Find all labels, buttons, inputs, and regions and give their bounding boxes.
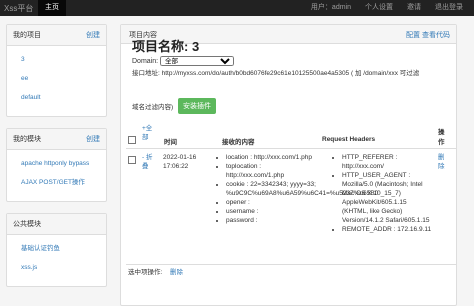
modules-panel: 我的模块 创建 apache httponly bypass AJAX POST… <box>6 128 107 202</box>
content-item: toplocation : http://xxx.com/1.php <box>226 162 320 180</box>
modules-title: 我的模块 <box>13 136 41 143</box>
module-item[interactable]: apache httponly bypass <box>21 159 100 168</box>
nav-invite[interactable]: 邀请 <box>400 0 428 16</box>
header-item: HTTP_REFERER : http://xxx.com/ <box>342 153 432 171</box>
select-all-link[interactable]: +全部 <box>142 124 154 142</box>
config-link[interactable]: 配置 <box>406 30 420 40</box>
project-title: 项目名称: 3 <box>132 39 200 54</box>
projects-panel: 我的项目 创建 3 ee default <box>6 24 107 117</box>
nav-right: 用户：admin 个人设置 邀请 退出登录 <box>304 0 470 16</box>
interface-url: 接口地址: http://myxss.com/do/auth/b0bd6076f… <box>132 70 420 77</box>
domain-filter: Domain: 全部 <box>132 56 235 66</box>
nav-logout[interactable]: 退出登录 <box>428 0 470 16</box>
nav-home[interactable]: 主页 <box>38 0 66 16</box>
content-item: username : <box>226 207 320 216</box>
domain-label: Domain: <box>132 58 159 65</box>
nav-settings[interactable]: 个人设置 <box>358 0 400 16</box>
content-item: cookie : 22=3342343; yyyy=33; %u9C9C%u69… <box>226 180 378 198</box>
col-time: 时间 <box>164 139 177 146</box>
install-plugin-button[interactable]: 安装插件 <box>178 98 216 114</box>
create-project-link[interactable]: 创建 <box>86 30 100 40</box>
projects-title: 我的项目 <box>13 32 41 39</box>
row-checkbox[interactable] <box>128 156 136 164</box>
delete-selected-link[interactable]: 删除 <box>170 268 183 277</box>
nav-user[interactable]: 用户：admin <box>304 0 358 16</box>
sidebar: 我的项目 创建 3 ee default 我的模块 创建 apache http… <box>6 24 107 298</box>
project-item[interactable]: ee <box>21 74 100 83</box>
module-item[interactable]: AJAX POST/GET操作 <box>21 178 100 187</box>
content-item: opener : <box>226 198 320 207</box>
interface-url-cont: 域名过滤内容) <box>132 104 174 111</box>
col-headers: Request Headers <box>322 136 376 143</box>
public-modules-panel: 公共模块 基础认证钓鱼 xss.js <box>6 213 107 287</box>
content-item: location : http://xxx.com/1.php <box>226 153 320 162</box>
domain-select[interactable]: 全部 <box>160 56 235 66</box>
selected-actions-label: 选中项操作: <box>128 269 163 276</box>
row-time: 2022-01-16 17:06:22 <box>163 154 197 170</box>
row-content: location : http://xxx.com/1.php toplocat… <box>214 153 378 225</box>
view-code-link[interactable]: 查看代码 <box>422 30 450 40</box>
header-item: REMOTE_ADDR : 172.16.9.11 <box>342 225 432 234</box>
header-item: HTTP_USER_AGENT : Mozilla/5.0 (Macintosh… <box>342 171 432 225</box>
table-divider <box>126 148 456 149</box>
brand-logo[interactable]: Xss平台 <box>4 3 33 14</box>
project-item[interactable]: 3 <box>21 55 100 64</box>
public-module-item[interactable]: 基础认证钓鱼 <box>21 244 100 253</box>
top-navbar: Xss平台 主页 用户：admin 个人设置 邀请 退出登录 <box>0 0 474 16</box>
col-ops: 操作 <box>438 129 445 146</box>
select-all-checkbox[interactable] <box>128 136 136 144</box>
public-module-item[interactable]: xss.js <box>21 263 100 272</box>
col-content: 接收的内容 <box>222 139 255 146</box>
delete-row-link[interactable]: 删除 <box>438 153 448 171</box>
project-item[interactable]: default <box>21 93 100 102</box>
row-headers: HTTP_REFERER : http://xxx.com/ HTTP_USER… <box>330 153 432 234</box>
table-divider <box>126 264 456 265</box>
create-module-link[interactable]: 创建 <box>86 134 100 144</box>
collapse-link[interactable]: - 折叠 <box>142 153 154 171</box>
public-modules-title: 公共模块 <box>13 221 41 228</box>
content-item: password : <box>226 216 320 225</box>
